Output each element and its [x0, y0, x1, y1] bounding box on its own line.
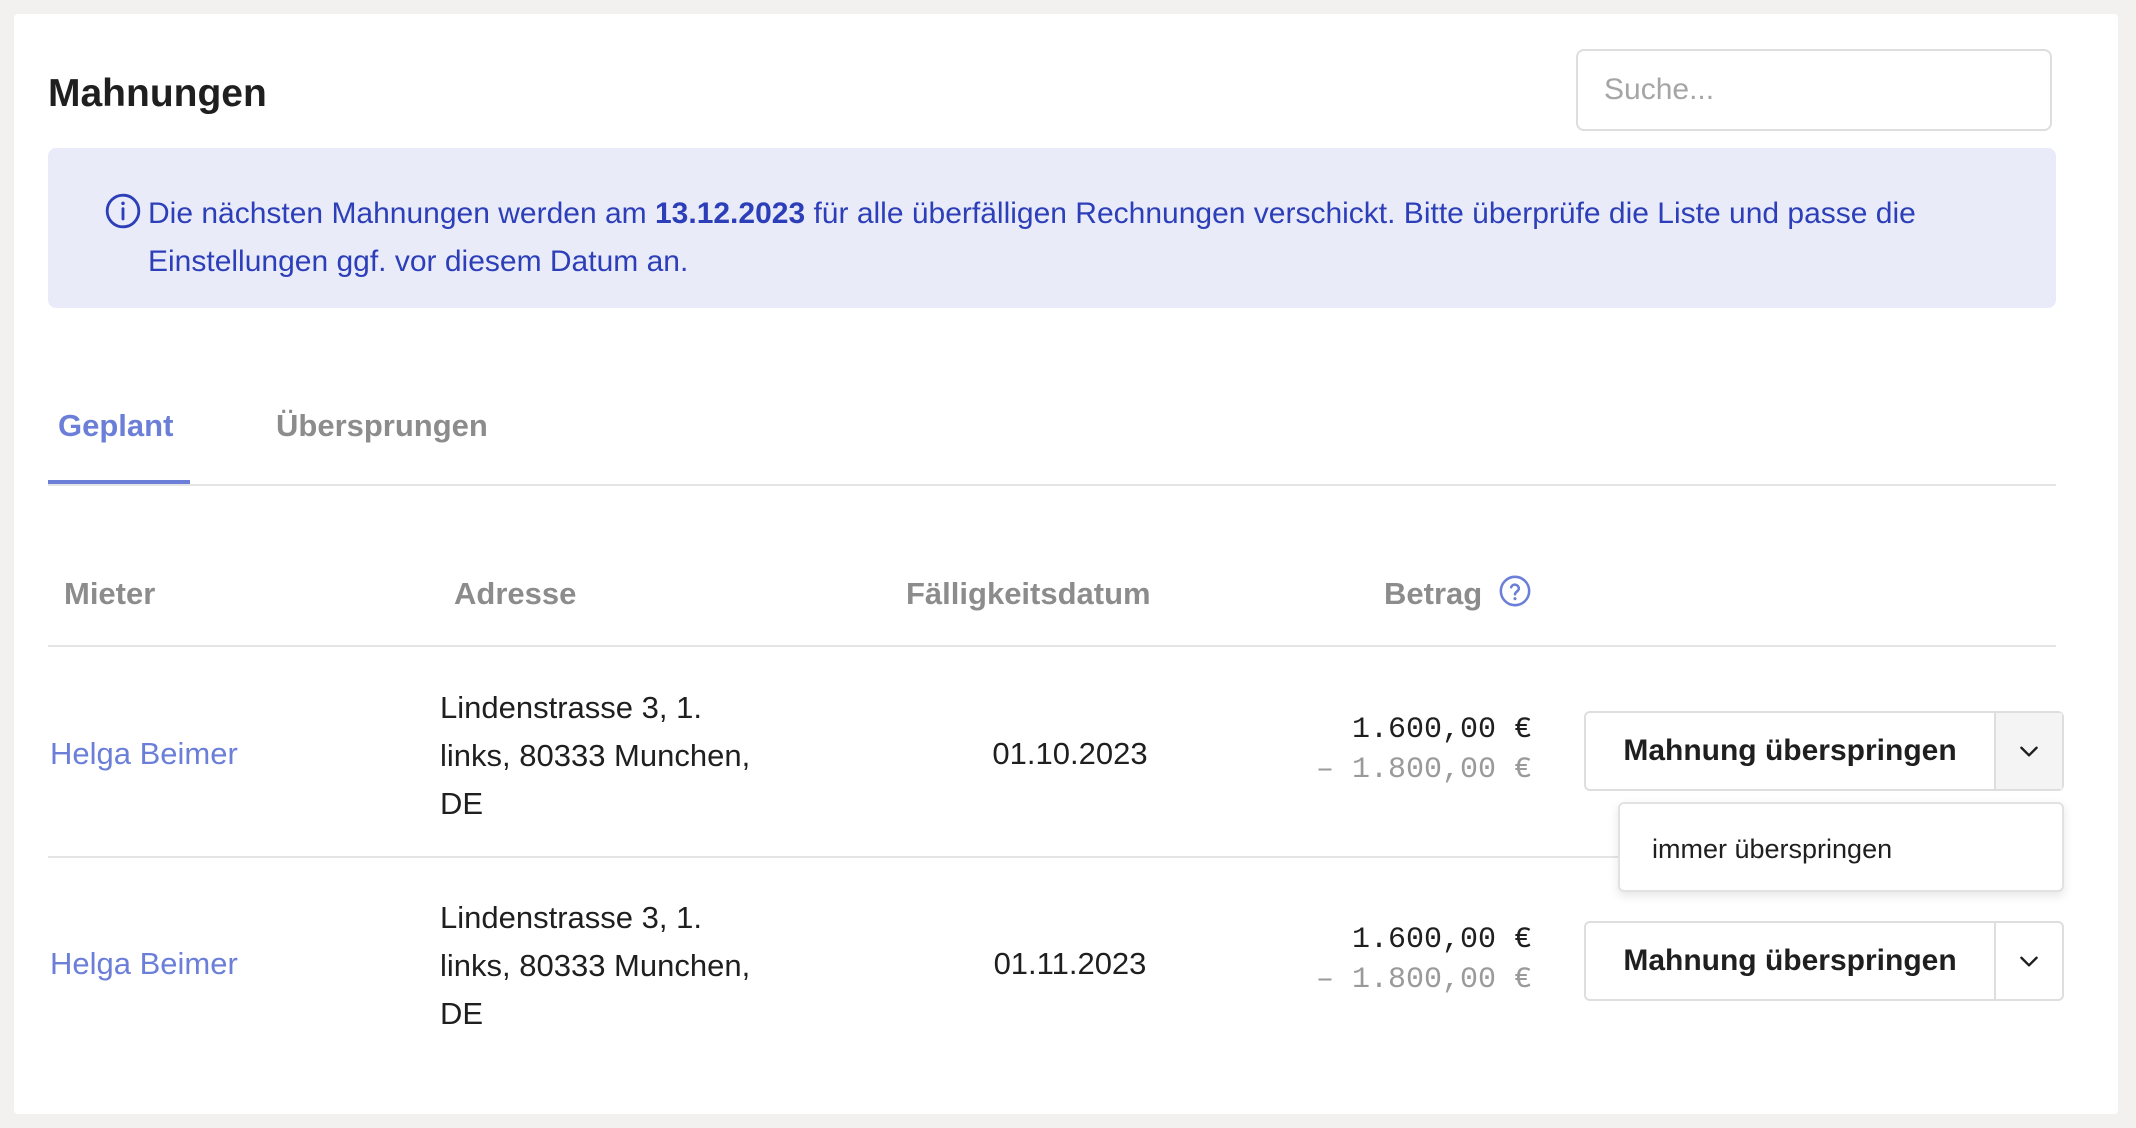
active-tab-indicator [48, 480, 190, 484]
tab-geplant[interactable]: Geplant [58, 408, 173, 444]
address-cell: Lindenstrasse 3, 1. links, 80333 Munchen… [440, 690, 751, 821]
tenant-link[interactable]: Helga Beimer [50, 736, 238, 772]
help-icon[interactable] [1498, 574, 1532, 608]
info-text-before: Die nächsten Mahnungen werden am [148, 197, 655, 230]
tab-bar: Geplant Übersprungen [48, 392, 2056, 486]
info-date: 13.12.2023 [654, 197, 806, 230]
chevron-down-icon [2020, 746, 2038, 757]
dropdown-menu: immer überspringen [1618, 802, 2064, 892]
skip-reminder-button[interactable]: Mahnung überspringen [1586, 713, 1994, 789]
dropdown-toggle-button[interactable] [1994, 713, 2062, 789]
info-banner: Die nächsten Mahnungen werden am 13.12.2… [48, 148, 2056, 308]
menu-item-always-skip[interactable]: immer überspringen [1652, 834, 1892, 865]
amount-secondary: – 1.800,00 € [1315, 753, 1532, 787]
skip-button-group: Mahnung überspringen [1584, 711, 2064, 791]
page-title: Mahnungen [48, 72, 267, 115]
amount-value: 1.600,00 € [1351, 713, 1532, 747]
amount-secondary: – 1.800,00 € [1315, 963, 1532, 997]
skip-button-group: Mahnung überspringen [1584, 921, 2064, 1001]
address-cell: Lindenstrasse 3, 1. links, 80333 Munchen… [440, 900, 751, 1031]
info-icon [105, 193, 141, 229]
due-date-cell: 01.10.2023 [992, 736, 1148, 771]
column-header-due-date: Fälligkeitsdatum [906, 576, 1151, 611]
amount-cell: 1.600,00 € – 1.800,00 € [1316, 710, 1532, 790]
tenant-link[interactable]: Helga Beimer [50, 946, 238, 982]
dropdown-toggle-button[interactable] [1994, 923, 2062, 999]
header-divider [48, 645, 2056, 647]
due-date-cell: 01.11.2023 [993, 946, 1147, 981]
amount-cell: 1.600,00 € – 1.800,00 € [1316, 920, 1532, 1000]
amount-value: 1.600,00 € [1351, 923, 1532, 957]
column-header-tenant: Mieter [64, 576, 156, 611]
column-header-amount: Betrag [1384, 576, 1483, 611]
column-header-address: Adresse [454, 576, 577, 611]
search-input[interactable] [1576, 49, 2052, 131]
skip-reminder-button[interactable]: Mahnung überspringen [1586, 923, 1994, 999]
chevron-down-icon [2020, 956, 2038, 967]
tab-uebersprungen[interactable]: Übersprungen [276, 408, 488, 444]
